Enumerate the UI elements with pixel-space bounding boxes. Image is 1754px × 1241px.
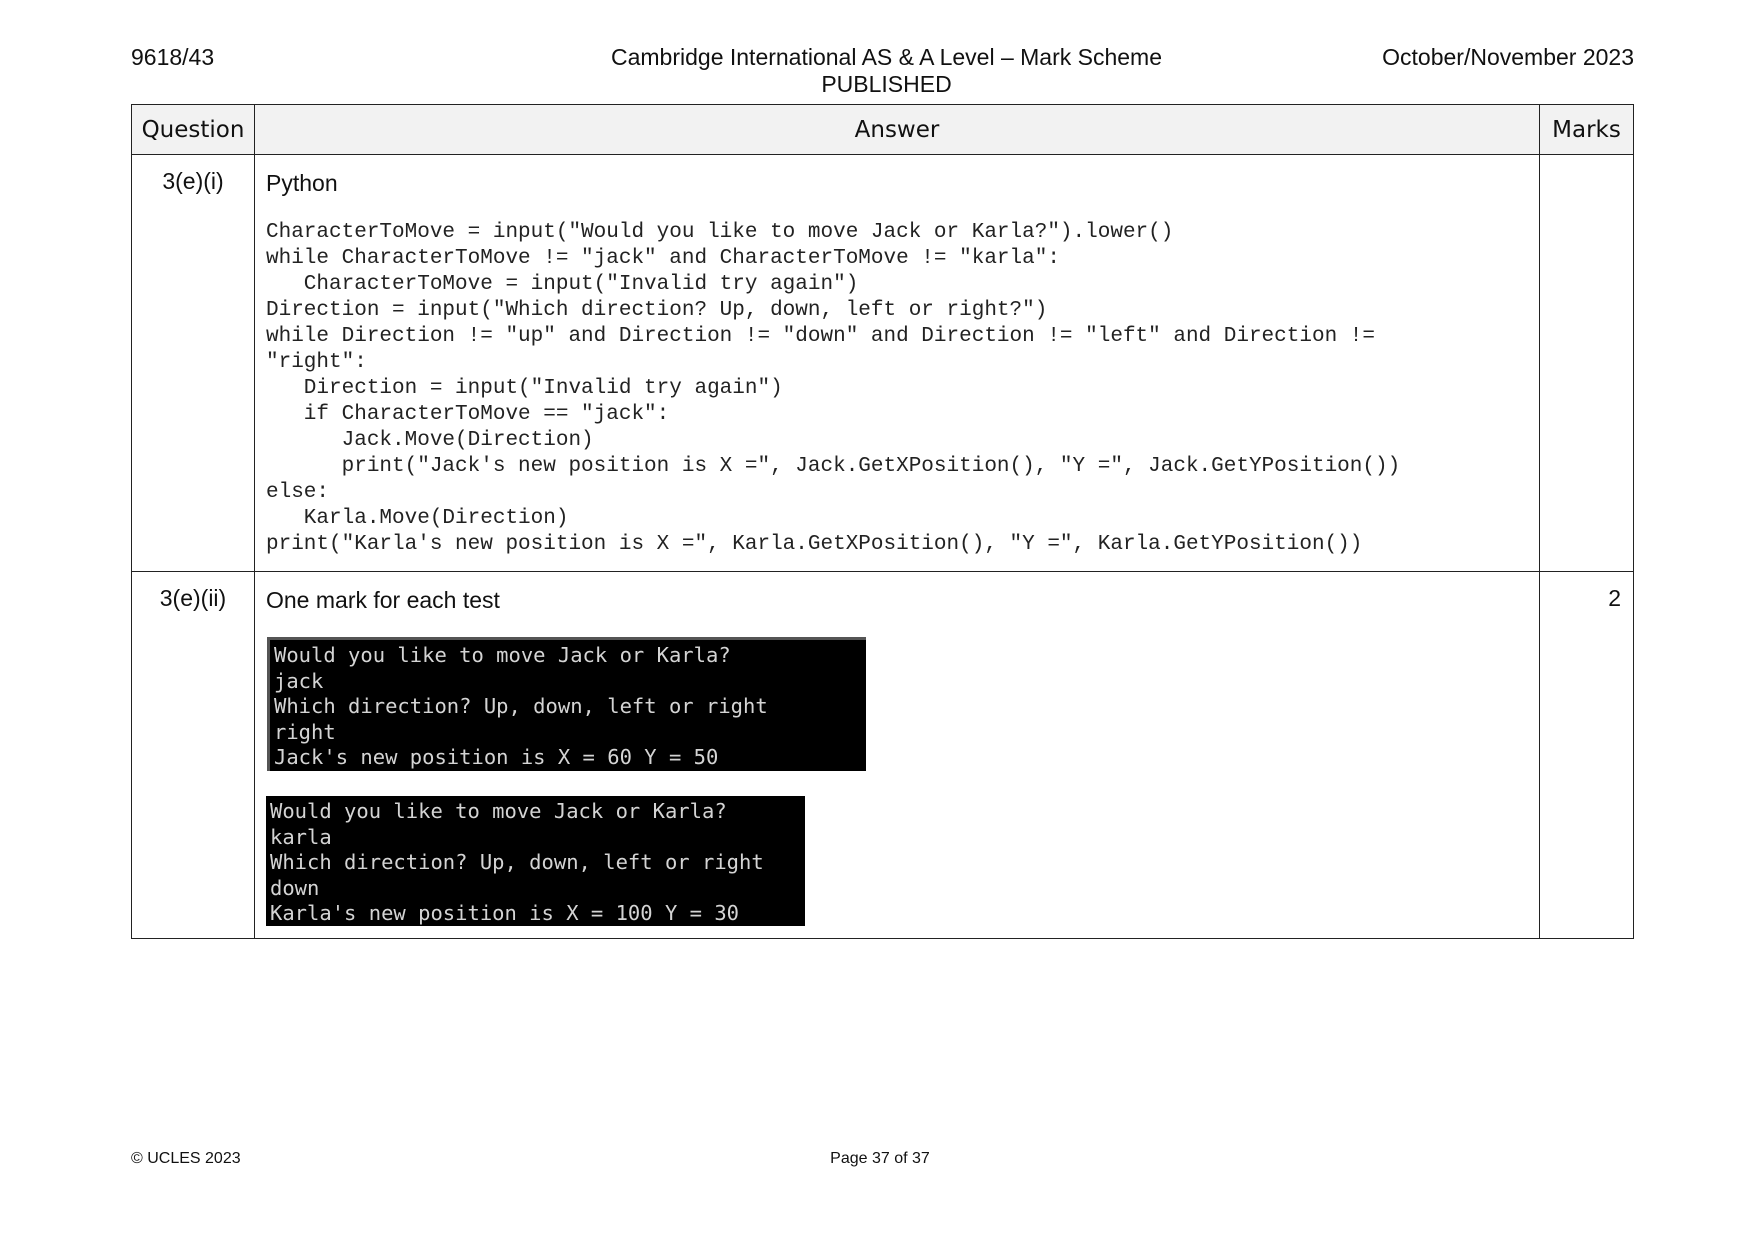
answer-column-header: Answer bbox=[254, 104, 1540, 155]
code-line: CharacterToMove = input("Invalid try aga… bbox=[266, 273, 859, 296]
marks-cell bbox=[1539, 154, 1634, 572]
console-line: Jack's new position is X = 60 Y = 50 bbox=[274, 745, 719, 769]
console-line: Would you like to move Jack or Karla? bbox=[274, 643, 731, 667]
exam-session: October/November 2023 bbox=[1382, 44, 1634, 70]
answer-instruction: One mark for each test bbox=[266, 587, 500, 613]
mark-scheme-table: Question Answer Marks 3(e)(i) Python Cha… bbox=[131, 104, 1634, 939]
console-line: jack bbox=[274, 668, 324, 693]
question-number: 3(e)(ii) bbox=[131, 571, 255, 939]
marks-cell: 2 bbox=[1539, 571, 1634, 939]
console-line: Which direction? Up, down, left or right bbox=[270, 850, 764, 874]
table-row: 3(e)(i) Python CharacterToMove = input("… bbox=[131, 154, 1634, 572]
console-output-jack: Would you like to move Jack or Karla? jac… bbox=[267, 637, 866, 771]
page-number: Page 37 of 37 bbox=[830, 1150, 930, 1167]
console-line: down bbox=[270, 875, 320, 900]
answer-cell: Python CharacterToMove = input("Would yo… bbox=[254, 154, 1540, 572]
code-line: print("Jack's new position is X =", Jack… bbox=[266, 455, 1401, 478]
console-line: Karla's new position is X = 100 Y = 30 bbox=[270, 901, 739, 925]
console-line: Would you like to move Jack or Karla? bbox=[270, 799, 727, 823]
question-number: 3(e)(i) bbox=[131, 154, 255, 572]
marks-column-header: Marks bbox=[1539, 104, 1634, 155]
code-line: Direction = input("Which direction? Up, … bbox=[266, 299, 1048, 322]
answer-cell: One mark for each test Would you like to… bbox=[254, 571, 1540, 939]
code-block: CharacterToMove = input("Would you like … bbox=[266, 220, 1527, 558]
published-label: PUBLISHED bbox=[821, 71, 952, 97]
console-output-karla: Would you like to move Jack or Karla? kar… bbox=[266, 796, 805, 926]
console-line: Which direction? Up, down, left or right bbox=[274, 694, 768, 718]
code-line: while Direction != "up" and Direction !=… bbox=[266, 325, 1375, 348]
answer-language: Python bbox=[266, 170, 338, 196]
code-line: Karla.Move(Direction) bbox=[266, 507, 569, 530]
code-line: while CharacterToMove != "jack" and Char… bbox=[266, 247, 1060, 270]
code-line: CharacterToMove = input("Would you like … bbox=[266, 221, 1174, 244]
code-line: print("Karla's new position is X =", Kar… bbox=[266, 533, 1363, 556]
console-line: right bbox=[274, 719, 336, 744]
code-line: Jack.Move(Direction) bbox=[266, 429, 594, 452]
question-column-header: Question bbox=[131, 104, 255, 155]
code-line: Direction = input("Invalid try again") bbox=[266, 377, 783, 400]
code-line: else: bbox=[266, 481, 330, 504]
code-line: if CharacterToMove == "jack": bbox=[266, 403, 670, 426]
table-header-row: Question Answer Marks bbox=[131, 104, 1634, 155]
console-line: karla bbox=[270, 824, 332, 849]
table-row: 3(e)(ii) One mark for each test Would yo… bbox=[131, 571, 1634, 939]
code-line: "right": bbox=[266, 351, 367, 374]
